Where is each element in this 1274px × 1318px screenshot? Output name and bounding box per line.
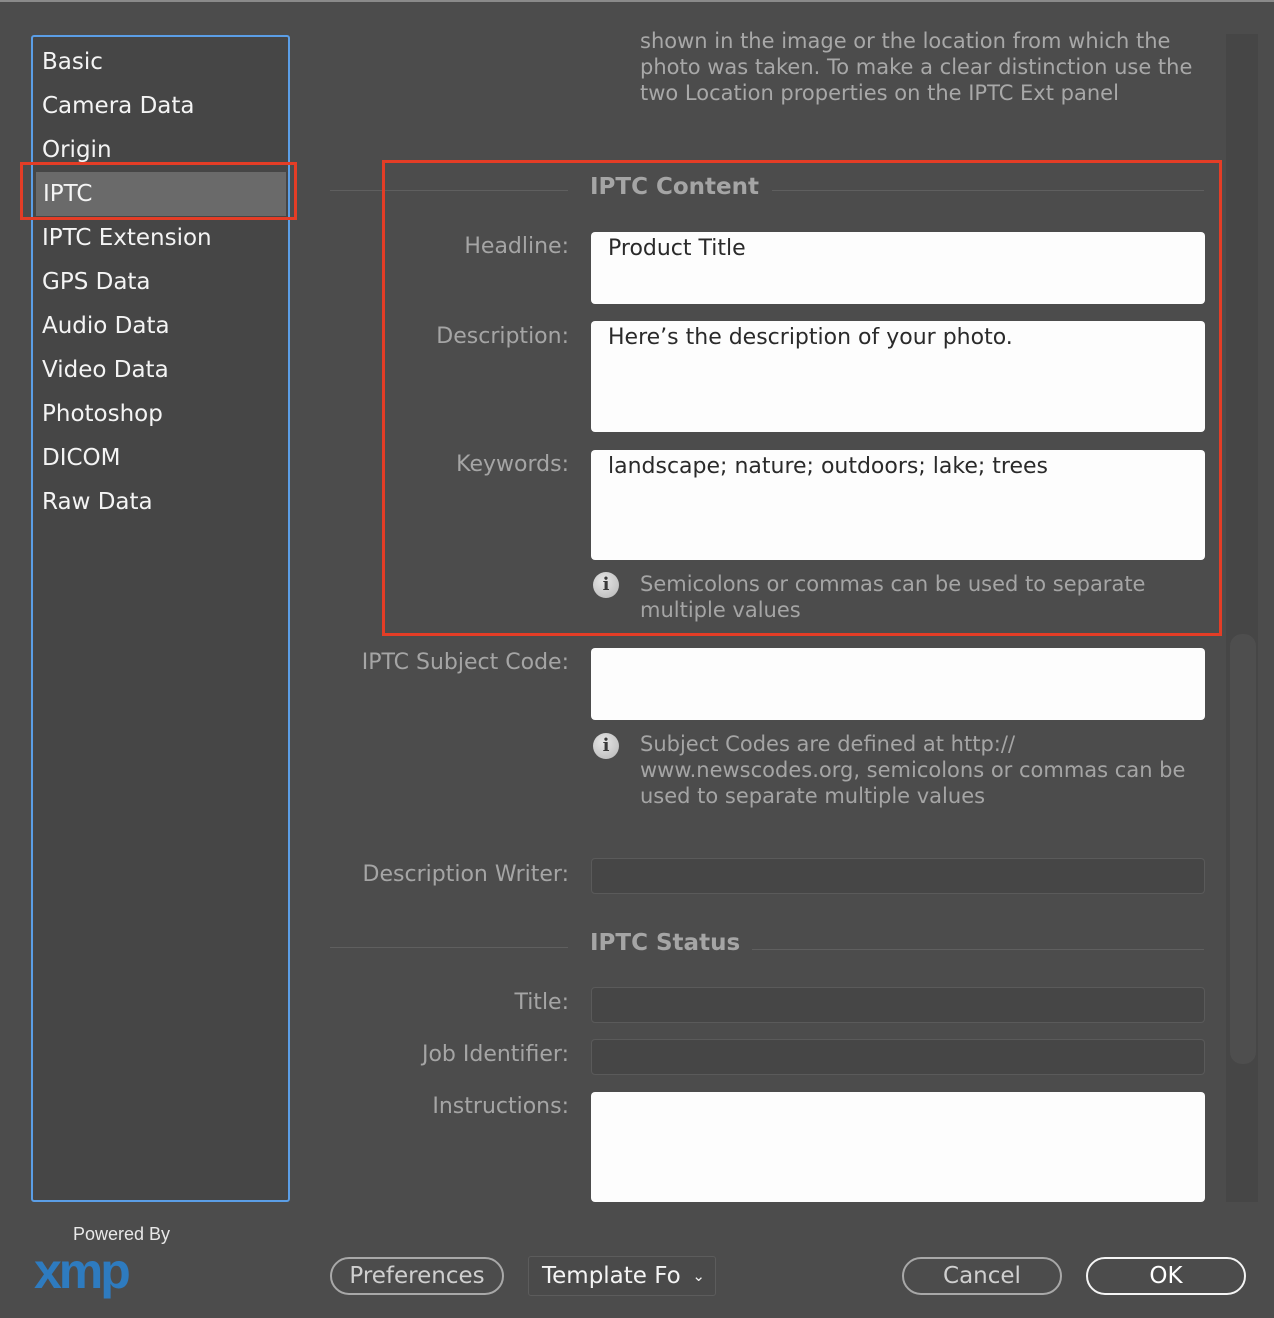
xmp-logo: xmp [34, 1243, 131, 1299]
instructions-label: Instructions: [432, 1094, 569, 1119]
title-field[interactable] [591, 987, 1205, 1023]
subject-code-field[interactable] [591, 648, 1205, 720]
template-select-value: Template Fo [542, 1263, 681, 1289]
job-identifier-field[interactable] [591, 1039, 1205, 1075]
description-field[interactable]: Here’s the description of your photo. [591, 321, 1205, 432]
sidebar-item-basic[interactable]: Basic [33, 40, 287, 84]
job-identifier-label: Job Identifier: [421, 1042, 569, 1067]
description-writer-label: Description Writer: [362, 862, 569, 887]
section-divider-left [330, 947, 568, 948]
sidebar-item-camera-data[interactable]: Camera Data [33, 84, 287, 128]
sidebar-item-iptc-extension[interactable]: IPTC Extension [33, 216, 287, 260]
title-label: Title: [514, 990, 569, 1015]
template-folder-select[interactable]: Template Fo ⌄ [528, 1256, 716, 1296]
powered-by-label: Powered By [73, 1224, 171, 1244]
location-note-text: shown in the image or the location from … [640, 29, 1193, 105]
sidebar-item-photoshop[interactable]: Photoshop [33, 392, 287, 436]
subject-code-label: IPTC Subject Code: [361, 650, 569, 675]
chevron-down-icon: ⌄ [692, 1267, 705, 1285]
sidebar-item-raw-data[interactable]: Raw Data [33, 480, 287, 524]
headline-field[interactable]: Product Title [591, 232, 1205, 304]
info-icon: i [593, 572, 619, 598]
sidebar-item-dicom[interactable]: DICOM [33, 436, 287, 480]
section-heading-iptc-content: IPTC Content [590, 174, 760, 200]
ok-button[interactable]: OK [1086, 1257, 1246, 1295]
sidebar-item-gps-data[interactable]: GPS Data [33, 260, 287, 304]
section-divider-right [752, 949, 1204, 950]
sidebar-item-iptc[interactable]: IPTC [36, 172, 286, 216]
description-label: Description: [436, 324, 569, 349]
window-top-edge [0, 0, 1274, 2]
keywords-field[interactable]: landscape; nature; outdoors; lake; trees [591, 450, 1205, 560]
instructions-field[interactable] [591, 1092, 1205, 1202]
section-heading-iptc-status: IPTC Status [590, 930, 741, 956]
sidebar-item-origin[interactable]: Origin [33, 128, 287, 172]
keywords-hint-text: Semicolons or commas can be used to sepa… [640, 572, 1146, 622]
scrollbar-thumb[interactable] [1230, 634, 1256, 1064]
description-writer-field[interactable] [591, 858, 1205, 894]
cancel-button[interactable]: Cancel [902, 1257, 1062, 1295]
section-divider-left [330, 190, 568, 191]
keywords-label: Keywords: [456, 452, 569, 477]
sidebar-item-audio-data[interactable]: Audio Data [33, 304, 287, 348]
preferences-button[interactable]: Preferences [330, 1257, 504, 1295]
section-divider-right [772, 190, 1204, 191]
headline-label: Headline: [464, 234, 569, 259]
sidebar-item-video-data[interactable]: Video Data [33, 348, 287, 392]
panel-list[interactable]: Basic Camera Data Origin IPTC IPTC Exten… [31, 35, 290, 1202]
info-icon: i [593, 733, 619, 759]
subject-code-hint-text: Subject Codes are defined at http:// www… [640, 732, 1186, 808]
